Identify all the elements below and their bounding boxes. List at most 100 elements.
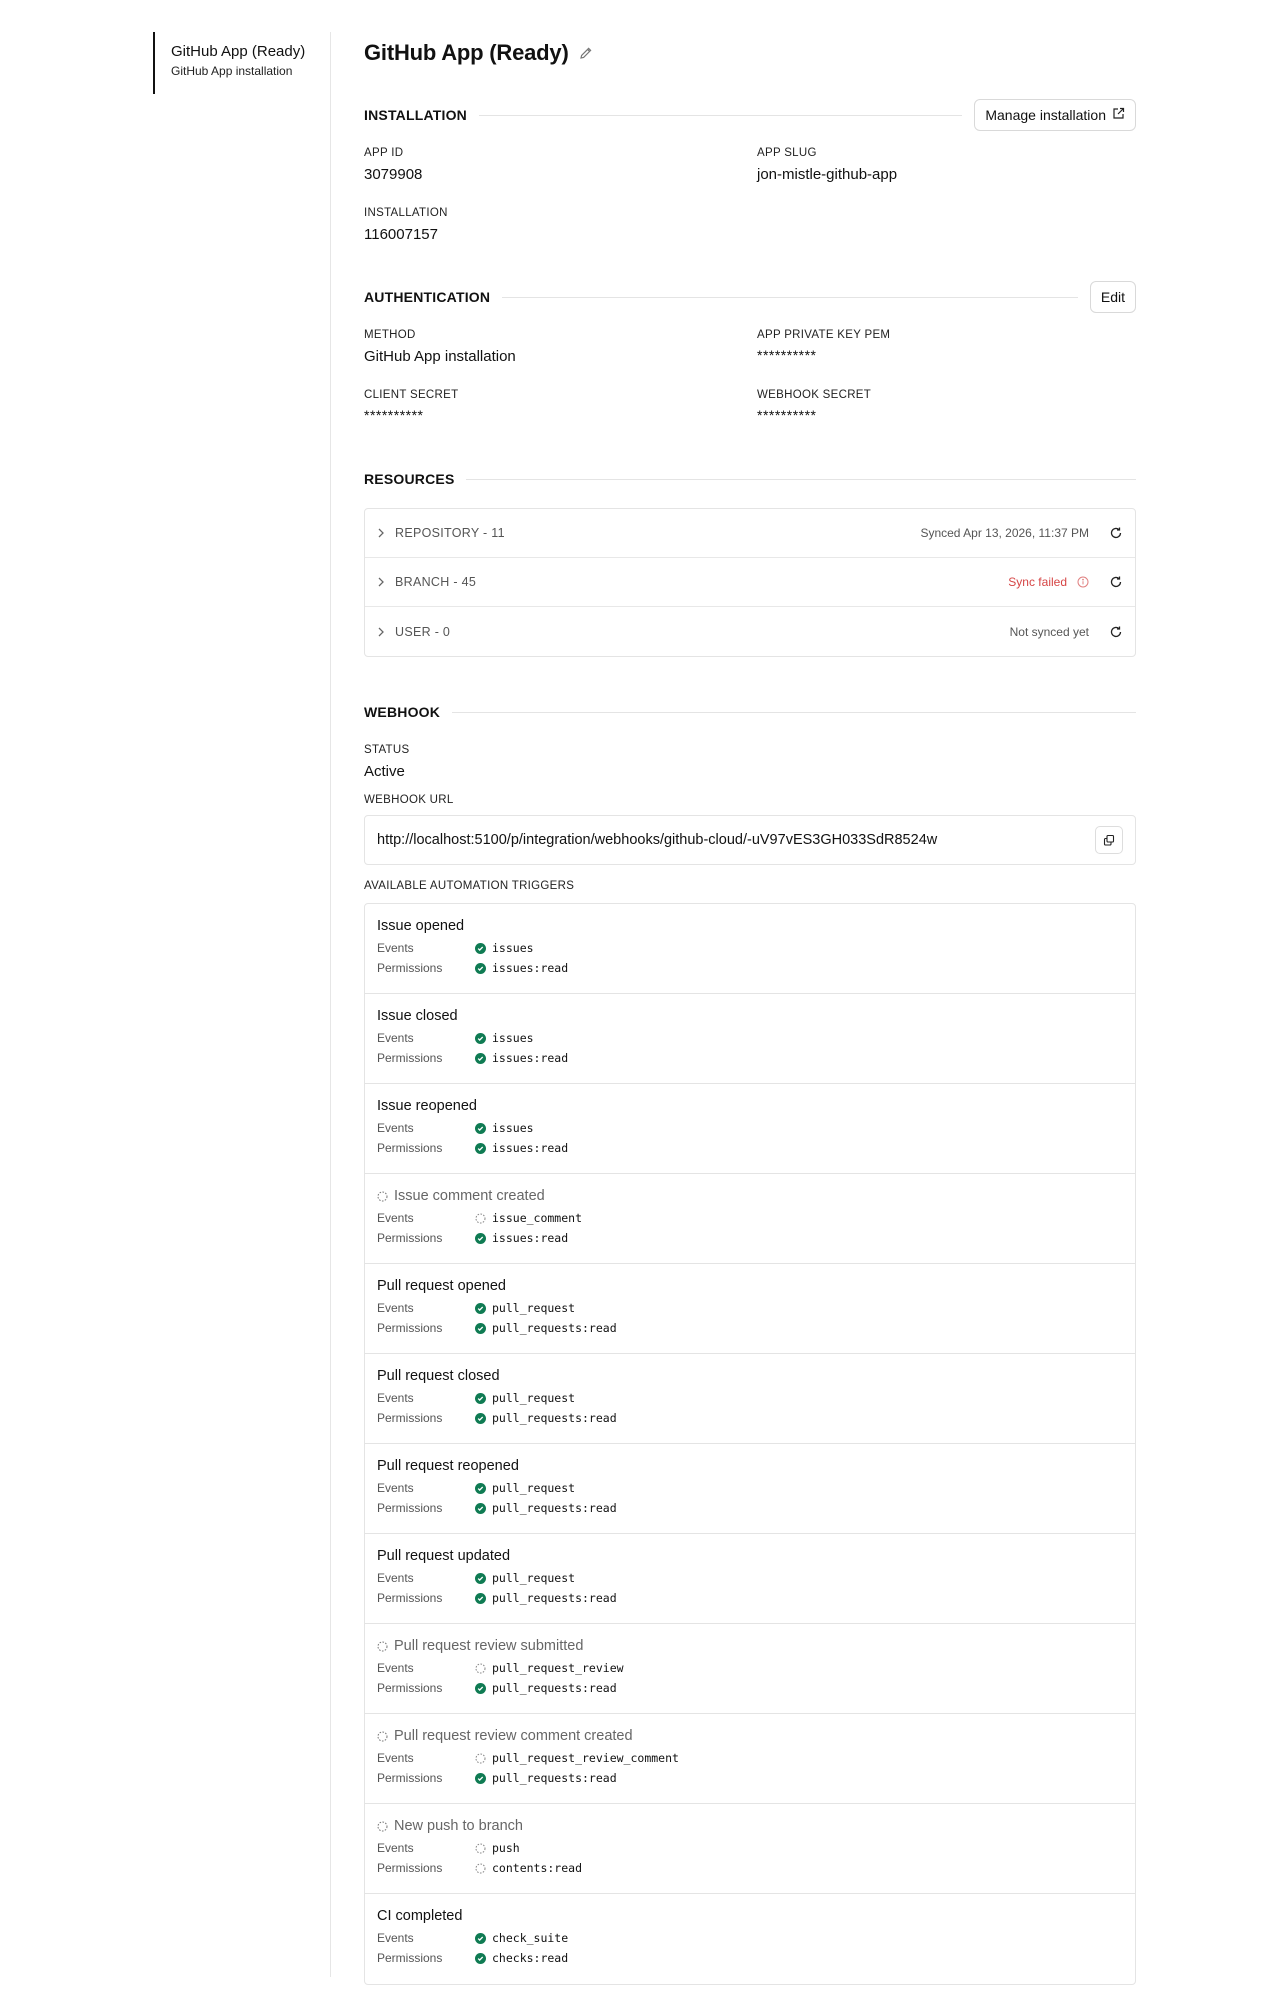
trigger-permission: contents:read bbox=[492, 1861, 583, 1875]
refresh-icon[interactable] bbox=[1109, 575, 1123, 589]
resources-section: RESOURCES REPOSITORY - 11 Synced Apr 13,… bbox=[364, 462, 1136, 657]
trigger-permission: pull_requests:read bbox=[492, 1681, 617, 1695]
trigger-event: pull_request bbox=[492, 1301, 576, 1315]
events-key: Events bbox=[377, 1661, 414, 1675]
trigger-permissions-row: Permissions pull_requests:read bbox=[377, 1318, 1123, 1338]
main-content: GitHub App (Ready) INSTALLATION Manage i… bbox=[364, 32, 1136, 1985]
client-secret-field: CLIENT SECRET ********** bbox=[364, 389, 459, 423]
chevron-right-icon[interactable] bbox=[377, 576, 387, 588]
check-circle-icon bbox=[475, 1592, 486, 1604]
manage-installation-button[interactable]: Manage installation bbox=[974, 99, 1136, 131]
section-rule bbox=[478, 114, 963, 116]
trigger-item: Pull request review comment created Event… bbox=[365, 1714, 1135, 1804]
permissions-key: Permissions bbox=[377, 1681, 443, 1695]
check-circle-icon bbox=[475, 1772, 486, 1784]
check-circle-icon bbox=[475, 1412, 486, 1424]
check-circle-icon bbox=[475, 1482, 486, 1494]
webhook-url[interactable]: http://localhost:5100/p/integration/webh… bbox=[377, 832, 1095, 848]
resource-row-user[interactable]: USER - 0 Not synced yet bbox=[365, 607, 1135, 656]
trigger-item: Issue reopened Events issues Permissions iss… bbox=[365, 1084, 1135, 1174]
events-key: Events bbox=[377, 941, 414, 955]
trigger-events-row: Events check_suite bbox=[377, 1928, 1123, 1948]
permissions-key: Permissions bbox=[377, 1861, 443, 1875]
webhook-url-label: WEBHOOK URL bbox=[364, 794, 454, 806]
refresh-icon[interactable] bbox=[1109, 526, 1123, 540]
trigger-name-row: Pull request opened bbox=[377, 1274, 1123, 1298]
trigger-event: check_suite bbox=[492, 1931, 569, 1945]
permissions-key: Permissions bbox=[377, 1591, 443, 1605]
trigger-name-row: Issue reopened bbox=[377, 1094, 1123, 1118]
permissions-key: Permissions bbox=[377, 1411, 443, 1425]
trigger-events-row: Events issues bbox=[377, 1028, 1123, 1048]
pending-circle-icon bbox=[475, 1753, 486, 1764]
pencil-icon[interactable] bbox=[579, 46, 593, 60]
triggers-list: Issue opened Events issues Permissions issue… bbox=[364, 903, 1136, 1985]
trigger-permissions-row: Permissions issues:read bbox=[377, 1138, 1123, 1158]
installation-section: INSTALLATION Manage installation APP ID … bbox=[364, 98, 1136, 258]
trigger-event: issues bbox=[492, 1031, 534, 1045]
trigger-item: Pull request updated Events pull_request Pe… bbox=[365, 1534, 1135, 1624]
webhook-secret-field: WEBHOOK SECRET ********** bbox=[757, 389, 872, 423]
sidebar: GitHub App (Ready) GitHub App installati… bbox=[153, 32, 329, 94]
resource-status: Synced Apr 13, 2026, 11:37 PM bbox=[920, 526, 1089, 540]
resource-row-branch[interactable]: BRANCH - 45 Sync failed bbox=[365, 558, 1135, 607]
permissions-key: Permissions bbox=[377, 1141, 443, 1155]
check-circle-icon bbox=[475, 1232, 486, 1244]
resource-row-repository[interactable]: REPOSITORY - 11 Synced Apr 13, 2026, 11:… bbox=[365, 509, 1135, 558]
chevron-right-icon[interactable] bbox=[377, 527, 387, 539]
authentication-heading: AUTHENTICATION bbox=[364, 289, 491, 305]
trigger-events-row: Events push bbox=[377, 1838, 1123, 1858]
trigger-name: Issue reopened bbox=[377, 1098, 477, 1114]
trigger-name: New push to branch bbox=[394, 1818, 523, 1834]
trigger-name: Pull request updated bbox=[377, 1548, 511, 1564]
trigger-permissions-row: Permissions pull_requests:read bbox=[377, 1588, 1123, 1608]
resource-label: USER - 0 bbox=[395, 624, 451, 639]
sidebar-item-github-app[interactable]: GitHub App (Ready) GitHub App installati… bbox=[153, 32, 329, 94]
permissions-key: Permissions bbox=[377, 961, 443, 975]
info-icon[interactable] bbox=[1077, 576, 1089, 588]
trigger-item: Pull request reopened Events pull_request P… bbox=[365, 1444, 1135, 1534]
sidebar-item-title: GitHub App (Ready) bbox=[171, 43, 306, 60]
events-key: Events bbox=[377, 1751, 414, 1765]
edit-authentication-button[interactable]: Edit bbox=[1089, 281, 1136, 313]
permissions-key: Permissions bbox=[377, 1951, 443, 1965]
trigger-event: pull_request_review_comment bbox=[492, 1751, 679, 1765]
trigger-item: Pull request opened Events pull_request Per… bbox=[365, 1264, 1135, 1354]
pending-circle-icon bbox=[377, 1821, 388, 1832]
pending-circle-icon bbox=[475, 1843, 486, 1854]
events-key: Events bbox=[377, 1301, 414, 1315]
trigger-permission: checks:read bbox=[492, 1951, 569, 1965]
trigger-event: pull_request bbox=[492, 1571, 576, 1585]
trigger-permission: pull_requests:read bbox=[492, 1411, 617, 1425]
check-circle-icon bbox=[475, 1122, 486, 1134]
trigger-permissions-row: Permissions checks:read bbox=[377, 1948, 1123, 1968]
permissions-key: Permissions bbox=[377, 1051, 443, 1065]
section-rule bbox=[466, 478, 1136, 480]
webhook-heading: WEBHOOK bbox=[364, 704, 441, 720]
trigger-event: pull_request bbox=[492, 1391, 576, 1405]
trigger-permissions-row: Permissions pull_requests:read bbox=[377, 1408, 1123, 1428]
app-id-field: APP ID 3079908 bbox=[364, 147, 423, 183]
trigger-item: CI completed Events check_suite Permissions… bbox=[365, 1894, 1135, 1984]
sidebar-divider bbox=[330, 32, 331, 1977]
trigger-event: issue_comment bbox=[492, 1211, 583, 1225]
authentication-section: AUTHENTICATION Edit METHOD GitHub App in… bbox=[364, 280, 1136, 440]
resource-status: Not synced yet bbox=[1009, 624, 1089, 639]
trigger-event: pull_request bbox=[492, 1481, 576, 1495]
pending-circle-icon bbox=[377, 1641, 388, 1652]
trigger-events-row: Events issues bbox=[377, 938, 1123, 958]
trigger-name-row: New push to branch bbox=[377, 1814, 1123, 1838]
events-key: Events bbox=[377, 1481, 414, 1495]
check-circle-icon bbox=[475, 1032, 486, 1044]
copy-icon[interactable] bbox=[1095, 826, 1123, 854]
chevron-right-icon[interactable] bbox=[377, 626, 387, 638]
trigger-item: Issue closed Events issues Permissions issue… bbox=[365, 994, 1135, 1084]
trigger-name: Issue opened bbox=[377, 918, 465, 934]
check-circle-icon bbox=[475, 1932, 486, 1944]
pending-circle-icon bbox=[377, 1191, 388, 1202]
trigger-events-row: Events pull_request bbox=[377, 1298, 1123, 1318]
resource-label: BRANCH - 45 bbox=[395, 575, 477, 589]
check-circle-icon bbox=[475, 1682, 486, 1694]
external-link-icon bbox=[1112, 107, 1125, 123]
refresh-icon[interactable] bbox=[1109, 625, 1123, 639]
